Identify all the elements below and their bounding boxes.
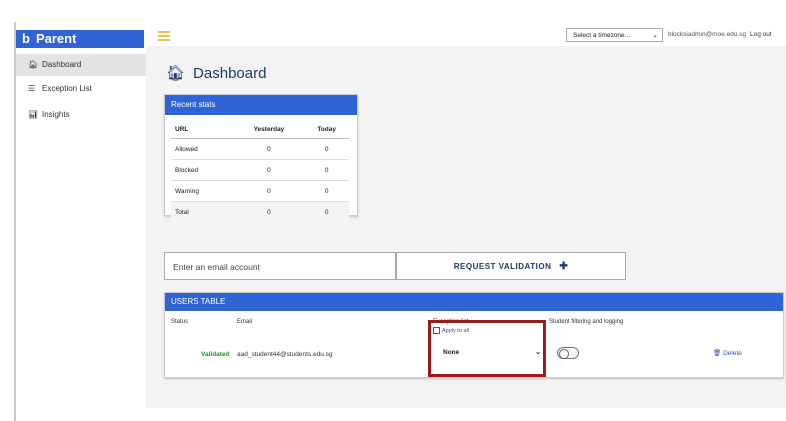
table-row: Allowed 0 0 [171,138,349,160]
table-cell: 0 [304,180,349,202]
table-row-total: Total 0 0 [171,201,349,222]
list-icon: ☰ [28,84,36,93]
column-header: URL [171,121,234,139]
table-cell: 0 [233,138,305,160]
recent-stats-card: Recent stats URL Yesterday Today Allowed… [164,94,358,222]
table-cell: Blocked [171,159,234,181]
sidebar-item-label: Dashboard [42,60,82,69]
chevron-down-icon: ⌄ [652,32,658,39]
hamburger-menu-icon[interactable] [158,31,170,41]
table-cell: 0 [233,159,305,181]
email-column-header: Email [237,319,253,325]
table-cell: 0 [233,180,305,202]
brand-name: Parent [35,31,77,46]
highlight-box [428,320,546,377]
table-header-row: URL Yesterday Today [171,121,349,139]
table-cell: 0 [304,201,349,222]
request-validation-label: REQUEST VALIDATION [453,262,552,271]
table-row: Warning 0 0 [171,180,349,202]
user-email-cell: aad_student44@students.edu.sg [237,351,333,358]
status-column-header: Status [171,319,189,325]
sidebar: b Parent 🏠︎ Dashboard ☰ Exception List 📊︎ In… [16,24,146,414]
table-cell: 0 [304,159,349,181]
chart-icon: 📊︎ [28,110,39,119]
sidebar-item-exception-list[interactable]: ☰ Exception List [16,78,146,100]
timezone-select[interactable]: Select a timezone... ⌄ [566,28,663,42]
email-account-input[interactable]: Enter an email account [164,252,396,280]
top-bar: Select a timezone... ⌄ blocksiadmin@moe.… [146,24,786,46]
delete-button[interactable]: 🗑︎ Delete [713,349,742,357]
toggle-knob [559,349,569,359]
sidebar-item-label: Insights [42,110,70,119]
users-table-title: USERS TABLE [165,293,783,311]
trash-icon: 🗑︎ [713,350,722,357]
recent-stats-table: URL Yesterday Today Allowed 0 0 Blocked … [171,121,349,222]
brand-logo[interactable]: b Parent [16,30,144,48]
delete-label: Delete [723,350,742,357]
brand-initial: b [22,31,30,46]
logout-link[interactable]: Log out [750,28,772,42]
table-cell: 0 [304,138,349,160]
student-filtering-toggle[interactable] [557,347,579,359]
request-validation-button[interactable]: REQUEST VALIDATION ✚ [396,252,626,280]
recent-stats-title: Recent stats [165,95,357,115]
user-email: blocksiadmin@moe.edu.sg [668,31,747,38]
filtering-column-header: Student filtering and logging [549,319,624,325]
sidebar-item-dashboard[interactable]: 🏠︎ Dashboard [16,54,146,76]
home-icon: 🏠︎ [166,65,186,82]
table-cell: 0 [233,201,305,222]
column-header: Today [304,121,349,139]
page-title-text: Dashboard [193,65,267,82]
page-title: 🏠︎ Dashboard [166,64,266,82]
status-badge: Validated [201,351,230,358]
sidebar-item-insights[interactable]: 📊︎ Insights [16,104,146,126]
table-cell: Warning [171,180,234,202]
table-cell: Allowed [171,138,234,160]
table-cell: Total [171,201,234,222]
timezone-value: Select a timezone... [573,32,631,39]
table-row: Blocked 0 0 [171,159,349,181]
plus-icon: ✚ [559,261,569,272]
home-icon: 🏠︎ [28,60,39,69]
sidebar-item-label: Exception List [42,84,92,93]
column-header: Yesterday [233,121,305,139]
